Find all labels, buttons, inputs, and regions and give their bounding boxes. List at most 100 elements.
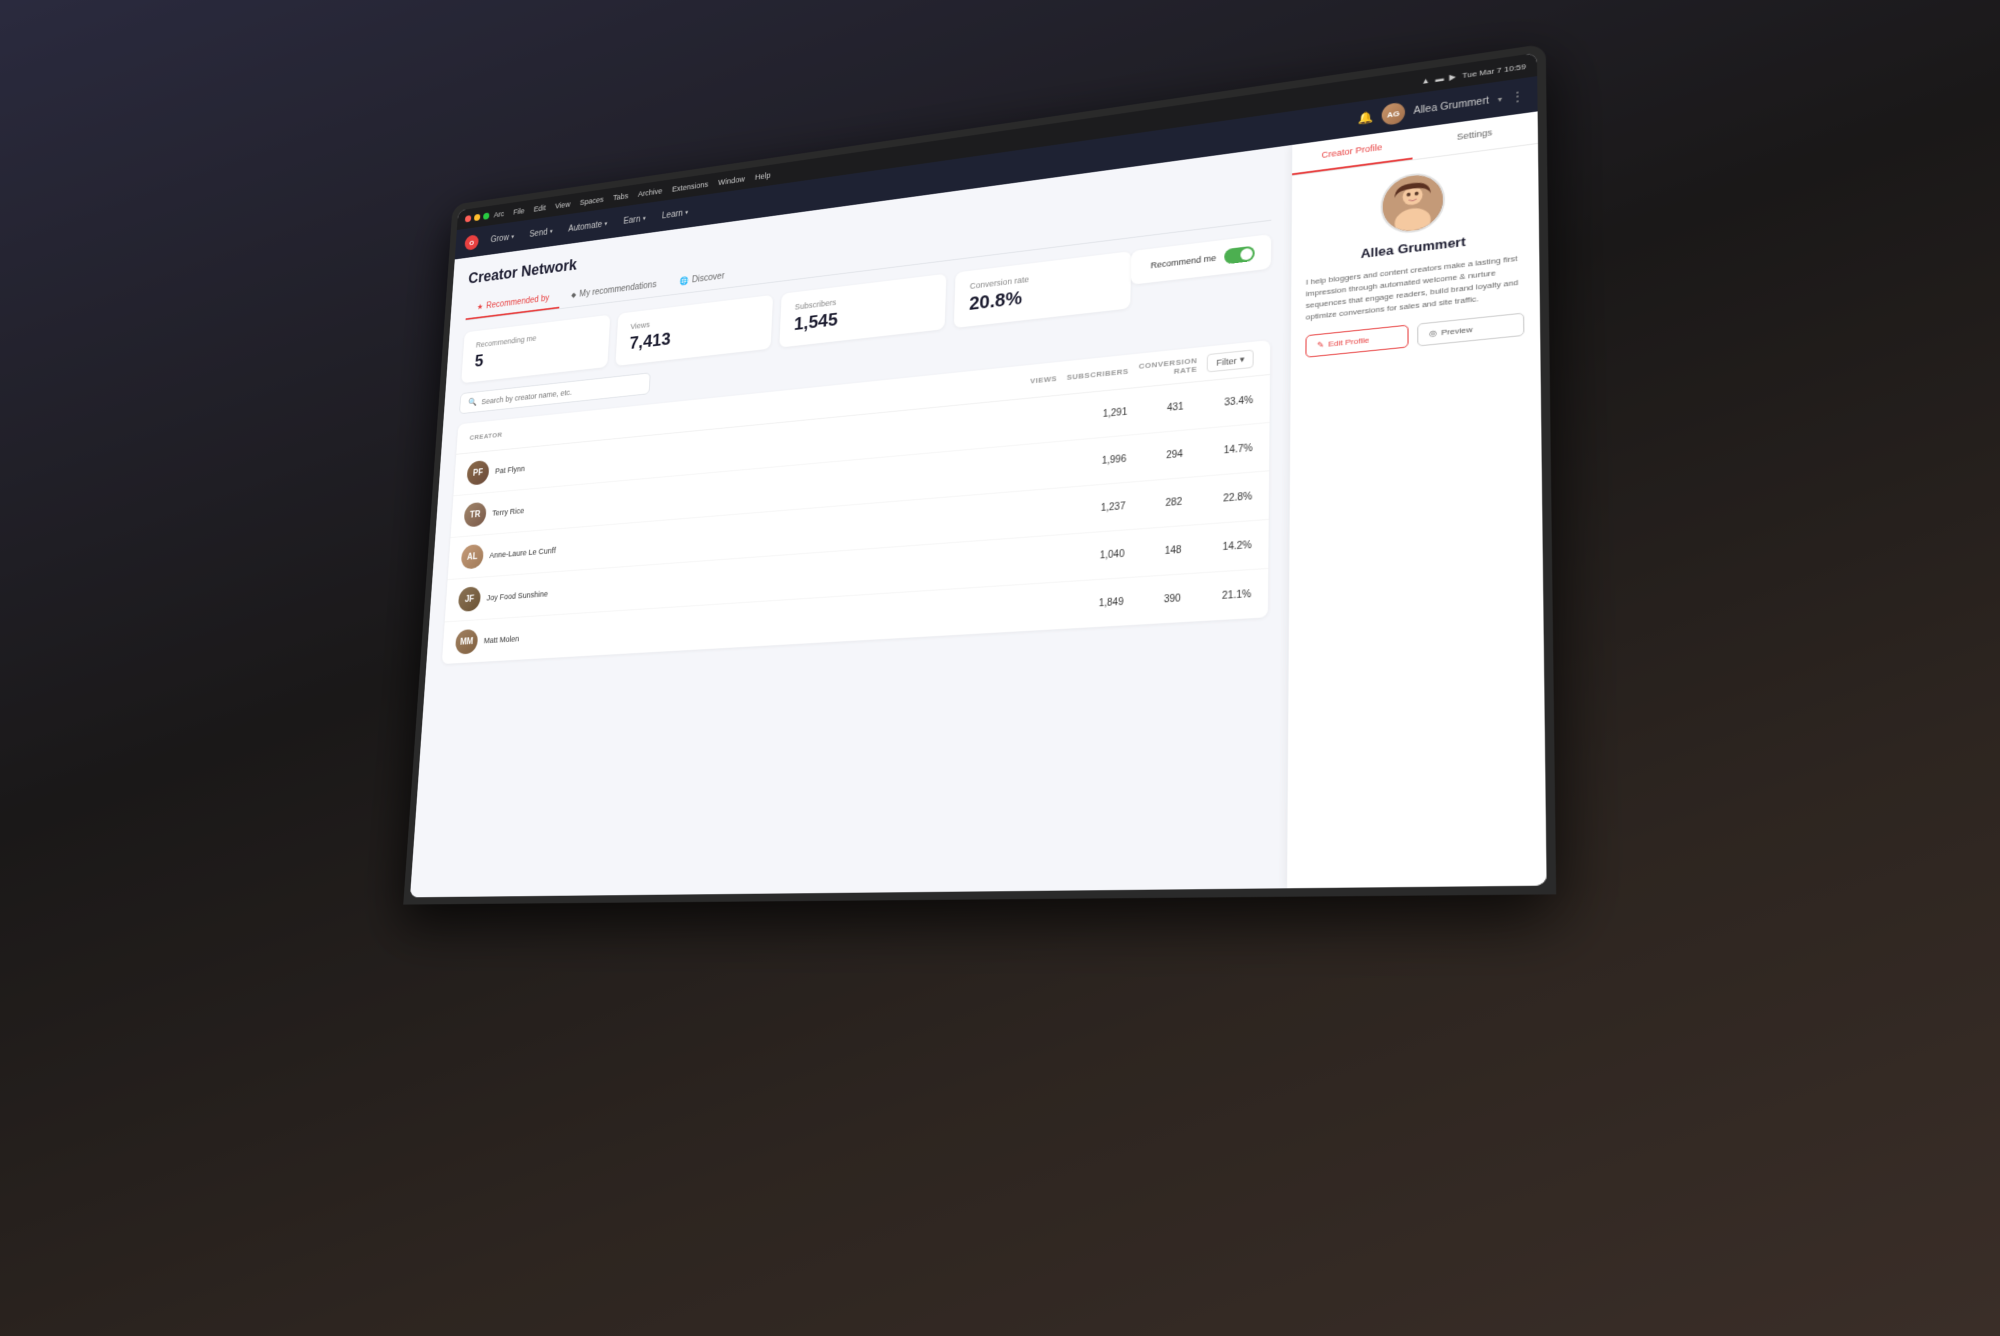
cell-views-0: 1,291	[1103, 407, 1128, 420]
grow-chevron: ▾	[511, 233, 514, 240]
mac-menu-spaces[interactable]: Spaces	[579, 195, 603, 207]
creator-name-4: Matt Molen	[484, 634, 520, 645]
col-header-subscribers: SUBSCRIBERS	[1067, 367, 1129, 382]
battery-icon: ▬	[1435, 74, 1444, 84]
filter-label: Filter	[1216, 355, 1236, 367]
profile-sidebar: Creator Profile Settings	[1287, 111, 1547, 888]
edit-pencil-icon: ✎	[1317, 340, 1324, 350]
creator-avatar-2: AL	[461, 544, 484, 570]
nav-automate[interactable]: Automate ▾	[562, 215, 615, 238]
cell-subscribers-4: 390	[1164, 593, 1181, 605]
tab-discover-label: Discover	[692, 271, 725, 285]
logo-text: O	[469, 239, 474, 247]
profile-name: Allea Grummert	[1361, 234, 1466, 261]
tab-my-recommendations-label: My recommendations	[579, 280, 657, 299]
cell-conversion-1: 14.7%	[1224, 443, 1253, 456]
creator-avatar-3: JF	[458, 586, 481, 612]
mac-close-dot[interactable]	[465, 215, 471, 222]
mac-menu-file[interactable]: File	[513, 207, 525, 217]
recommend-me-switch[interactable]	[1224, 246, 1255, 265]
mac-menu-arc[interactable]: Arc	[494, 209, 505, 219]
col-header-views: VIEWS	[1006, 374, 1058, 388]
search-icon: 🔍	[468, 397, 477, 407]
nav-grow[interactable]: Grow ▾	[484, 228, 521, 249]
mac-maximize-dot[interactable]	[483, 212, 490, 219]
settings-tab-label: Settings	[1457, 127, 1493, 142]
wifi-icon: ▲	[1421, 76, 1429, 86]
mac-menu-view[interactable]: View	[555, 200, 571, 210]
creator-name-0: Pat Flynn	[495, 464, 525, 475]
cell-views-2: 1,237	[1101, 501, 1126, 514]
preview-eye-icon: ◎	[1429, 329, 1437, 339]
mac-minimize-dot[interactable]	[474, 214, 481, 221]
creator-avatar-0: PF	[466, 460, 489, 486]
tab-recommended-by[interactable]: ★ Recommended by	[466, 287, 561, 320]
mac-menu-edit[interactable]: Edit	[534, 203, 547, 213]
tab-discover[interactable]: 🌐 Discover	[667, 265, 736, 295]
creator-avatar-1: TR	[463, 502, 486, 528]
recommend-me-label: Recommend me	[1150, 253, 1216, 270]
toggle-knob	[1240, 248, 1252, 261]
volume-icon: ▶	[1449, 72, 1456, 82]
laptop-frame: Arc File Edit View Spaces Tabs Archive E…	[0, 0, 2000, 1336]
search-input[interactable]	[481, 380, 641, 406]
preview-button[interactable]: ◎ Preview	[1417, 313, 1524, 347]
user-name-display[interactable]: Allea Grummert	[1413, 95, 1489, 116]
discover-icon: 🌐	[679, 276, 689, 287]
edit-profile-button[interactable]: ✎ Edit Profile	[1305, 325, 1408, 358]
user-avatar-small: AG	[1382, 102, 1405, 126]
app-logo[interactable]: O	[464, 234, 479, 251]
my-recommendations-icon: ⬥	[571, 290, 577, 300]
mac-menu-tabs[interactable]: Tabs	[613, 191, 629, 202]
stat-card-conversion: Conversion rate 20.8%	[954, 251, 1132, 328]
filter-button[interactable]: Filter ▾	[1207, 349, 1254, 372]
tab-my-recommendations[interactable]: ⬥ My recommendations	[559, 273, 668, 308]
col-header-conversion: CONVERSION RATE	[1138, 356, 1197, 379]
send-chevron: ▾	[550, 228, 553, 235]
nav-earn[interactable]: Earn ▾	[617, 209, 653, 230]
cell-conversion-0: 33.4%	[1224, 395, 1253, 408]
user-initials: AG	[1387, 109, 1400, 119]
col-header-views-spacer	[815, 384, 1006, 403]
stat-card-views: Views 7,413	[615, 295, 773, 366]
main-content-area: Creator Network ★ Recommended by ⬥ My re…	[410, 145, 1292, 897]
mac-system-icons: ▲ ▬ ▶	[1421, 72, 1455, 86]
stat-card-subscribers: Subscribers 1,545	[779, 274, 946, 348]
mac-menu-extensions[interactable]: Extensions	[672, 180, 709, 194]
profile-content: Allea Grummert I help bloggers and conte…	[1291, 144, 1541, 373]
earn-chevron: ▾	[643, 215, 646, 222]
filter-chevron-icon: ▾	[1240, 354, 1245, 365]
nav-send[interactable]: Send ▾	[523, 222, 560, 243]
creator-profile-tab-label: Creator Profile	[1322, 142, 1383, 160]
creator-name-2: Anne-Laure Le Cunff	[489, 546, 556, 560]
kebab-menu-icon[interactable]: ⋮	[1511, 89, 1524, 105]
mac-menu-archive[interactable]: Archive	[638, 187, 663, 199]
cell-conversion-3: 14.2%	[1222, 540, 1251, 553]
cell-conversion-4: 21.1%	[1222, 589, 1252, 602]
mac-window-controls	[465, 212, 490, 222]
cell-conversion-2: 22.8%	[1223, 491, 1252, 504]
cell-subscribers-0: 431	[1167, 401, 1184, 413]
creator-name-3: Joy Food Sunshine	[486, 589, 548, 602]
creator-name-1: Terry Rice	[492, 506, 524, 517]
learn-chevron: ▾	[685, 209, 688, 216]
cell-views-1: 1,996	[1102, 454, 1127, 467]
profile-avatar-svg	[1383, 170, 1443, 236]
notification-bell-icon[interactable]: 🔔	[1358, 110, 1374, 126]
stat-card-recommending: Recommending me 5	[461, 315, 610, 384]
cell-views-3: 1,040	[1100, 548, 1125, 560]
creator-avatar-4: MM	[455, 629, 479, 655]
cell-subscribers-3: 148	[1165, 544, 1182, 556]
recommended-by-icon: ★	[477, 302, 484, 312]
mac-menu-help[interactable]: Help	[755, 171, 771, 182]
cell-subscribers-2: 282	[1165, 496, 1182, 508]
preview-label: Preview	[1441, 325, 1472, 337]
automate-chevron: ▾	[604, 220, 607, 227]
mac-clock: Tue Mar 7 10:59	[1462, 62, 1526, 80]
edit-profile-label: Edit Profile	[1328, 336, 1369, 349]
user-menu-chevron[interactable]: ▾	[1498, 94, 1502, 103]
nav-learn[interactable]: Learn ▾	[655, 203, 695, 225]
mac-menu-window[interactable]: Window	[718, 175, 745, 187]
tab-recommended-by-label: Recommended by	[486, 294, 550, 311]
cell-views-4: 1,849	[1099, 596, 1124, 608]
